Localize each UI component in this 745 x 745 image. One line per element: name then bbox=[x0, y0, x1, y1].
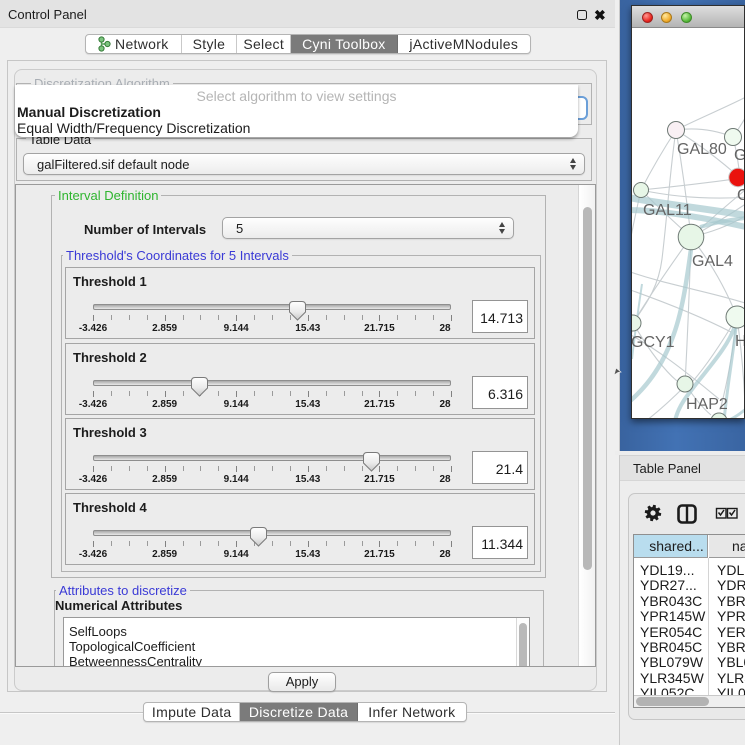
svg-text:HAP2: HAP2 bbox=[686, 396, 728, 413]
svg-text:G: G bbox=[734, 147, 744, 164]
svg-text:GCY1: GCY1 bbox=[632, 334, 675, 351]
svg-text:GAL4: GAL4 bbox=[692, 253, 733, 270]
svg-text:GAL80: GAL80 bbox=[677, 141, 727, 158]
svg-text:H: H bbox=[735, 333, 744, 350]
svg-text:C: C bbox=[737, 187, 744, 204]
svg-text:GAL11: GAL11 bbox=[643, 202, 692, 219]
